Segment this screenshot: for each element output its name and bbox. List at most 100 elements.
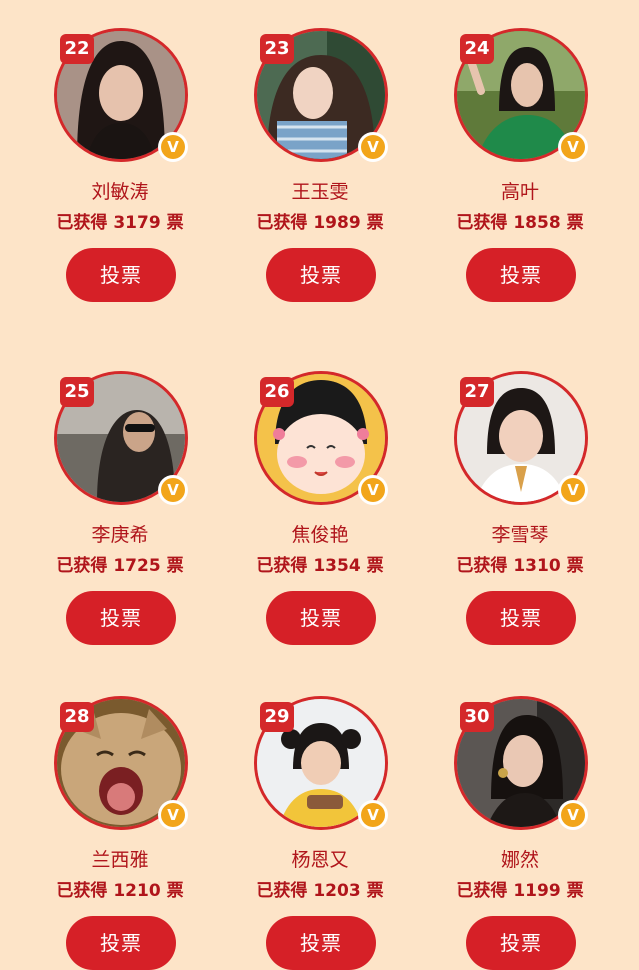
candidate-card-25: 25 V 李庚希 已获得 1725 票 投票 — [20, 343, 220, 653]
candidate-avatar-wrap[interactable]: 30 V — [454, 696, 588, 830]
verified-badge-icon: V — [358, 800, 388, 830]
vote-button[interactable]: 投票 — [466, 248, 576, 302]
candidate-avatar-wrap[interactable]: 24 V — [454, 28, 588, 162]
verified-glyph: V — [361, 478, 385, 502]
votes-prefix: 已获得 — [256, 881, 308, 901]
candidate-avatar-wrap[interactable]: 23 V — [254, 28, 388, 162]
verified-glyph: V — [161, 478, 185, 502]
verified-badge-icon: V — [558, 800, 588, 830]
rank-badge: 27 — [460, 377, 494, 407]
verified-badge-icon: V — [158, 800, 188, 830]
vote-count: 1203 — [313, 881, 361, 901]
vote-button[interactable]: 投票 — [66, 591, 176, 645]
votes-prefix: 已获得 — [456, 213, 508, 233]
vote-button[interactable]: 投票 — [466, 591, 576, 645]
votes-suffix: 票 — [166, 881, 184, 901]
votes-suffix: 票 — [566, 881, 584, 901]
candidate-avatar-wrap[interactable]: 27 V — [454, 371, 588, 505]
candidate-card-28: 28 V 兰西雅 已获得 1210 票 投票 — [20, 668, 220, 970]
candidate-card-30: 30 V 娜然 已获得 1199 票 投票 — [420, 668, 620, 970]
candidate-name: 娜然 — [500, 849, 539, 871]
votes-prefix: 已获得 — [56, 881, 108, 901]
candidate-card-24: 24 V 高叶 已获得 1858 票 投票 — [420, 0, 620, 310]
candidate-card-27: 27 V 李雪琴 已获得 1310 票 投票 — [420, 343, 620, 653]
vote-count: 3179 — [113, 213, 161, 233]
votes-prefix: 已获得 — [56, 556, 108, 576]
votes-suffix: 票 — [366, 556, 384, 576]
verified-badge-icon: V — [158, 475, 188, 505]
verified-glyph: V — [561, 803, 585, 827]
vote-count-line: 已获得 1210 票 — [20, 876, 220, 901]
candidate-avatar-wrap[interactable]: 26 V — [254, 371, 388, 505]
rank-badge: 30 — [460, 702, 494, 732]
verified-glyph: V — [561, 135, 585, 159]
candidate-grid: 22 V 刘敏涛 已获得 3179 票 投票 23 V 王玉雯 已获得 1989… — [0, 0, 639, 970]
vote-count-line: 已获得 1199 票 — [420, 876, 620, 901]
verified-badge-icon: V — [358, 132, 388, 162]
votes-suffix: 票 — [166, 556, 184, 576]
vote-count-line: 已获得 1354 票 — [220, 551, 420, 576]
vote-count: 1989 — [313, 213, 361, 233]
candidate-avatar-wrap[interactable]: 22 V — [54, 28, 188, 162]
vote-count-line: 已获得 1989 票 — [220, 208, 420, 233]
candidate-name: 王玉雯 — [291, 181, 349, 203]
candidate-avatar-wrap[interactable]: 28 V — [54, 696, 188, 830]
verified-badge-icon: V — [158, 132, 188, 162]
rank-badge: 29 — [260, 702, 294, 732]
verified-glyph: V — [161, 803, 185, 827]
candidate-avatar-wrap[interactable]: 29 V — [254, 696, 388, 830]
verified-glyph: V — [361, 135, 385, 159]
rank-badge: 28 — [60, 702, 94, 732]
rank-badge: 26 — [260, 377, 294, 407]
verified-glyph: V — [561, 478, 585, 502]
verified-badge-icon: V — [358, 475, 388, 505]
vote-button[interactable]: 投票 — [266, 248, 376, 302]
votes-suffix: 票 — [566, 556, 584, 576]
candidate-name: 李庚希 — [91, 524, 149, 546]
votes-suffix: 票 — [366, 213, 384, 233]
vote-button[interactable]: 投票 — [66, 916, 176, 970]
candidate-card-22: 22 V 刘敏涛 已获得 3179 票 投票 — [20, 0, 220, 310]
candidate-name: 刘敏涛 — [91, 181, 149, 203]
candidate-name: 杨恩又 — [291, 849, 349, 871]
candidate-avatar-wrap[interactable]: 25 V — [54, 371, 188, 505]
vote-count: 1210 — [113, 881, 161, 901]
votes-prefix: 已获得 — [56, 213, 108, 233]
vote-count: 1310 — [513, 556, 561, 576]
votes-prefix: 已获得 — [256, 556, 308, 576]
verified-glyph: V — [361, 803, 385, 827]
vote-count-line: 已获得 1858 票 — [420, 208, 620, 233]
candidate-card-29: 29 V 杨恩又 已获得 1203 票 投票 — [220, 668, 420, 970]
vote-button[interactable]: 投票 — [66, 248, 176, 302]
rank-badge: 23 — [260, 34, 294, 64]
rank-badge: 22 — [60, 34, 94, 64]
vote-count-line: 已获得 3179 票 — [20, 208, 220, 233]
votes-prefix: 已获得 — [256, 213, 308, 233]
vote-count-line: 已获得 1725 票 — [20, 551, 220, 576]
candidate-name: 李雪琴 — [491, 524, 549, 546]
rank-badge: 24 — [460, 34, 494, 64]
vote-button[interactable]: 投票 — [266, 591, 376, 645]
vote-count-line: 已获得 1203 票 — [220, 876, 420, 901]
verified-glyph: V — [161, 135, 185, 159]
verified-badge-icon: V — [558, 132, 588, 162]
candidate-card-23: 23 V 王玉雯 已获得 1989 票 投票 — [220, 0, 420, 310]
vote-count-line: 已获得 1310 票 — [420, 551, 620, 576]
candidate-name: 焦俊艳 — [291, 524, 349, 546]
votes-suffix: 票 — [366, 881, 384, 901]
verified-badge-icon: V — [558, 475, 588, 505]
vote-count: 1199 — [513, 881, 561, 901]
rank-badge: 25 — [60, 377, 94, 407]
vote-button[interactable]: 投票 — [466, 916, 576, 970]
vote-button[interactable]: 投票 — [266, 916, 376, 970]
candidate-name: 兰西雅 — [91, 849, 149, 871]
candidate-card-26: 26 V 焦俊艳 已获得 1354 票 投票 — [220, 343, 420, 653]
votes-suffix: 票 — [566, 213, 584, 233]
votes-prefix: 已获得 — [456, 881, 508, 901]
vote-count: 1858 — [513, 213, 561, 233]
votes-suffix: 票 — [166, 213, 184, 233]
votes-prefix: 已获得 — [456, 556, 508, 576]
candidate-name: 高叶 — [500, 181, 539, 203]
vote-count: 1725 — [113, 556, 161, 576]
vote-count: 1354 — [313, 556, 361, 576]
